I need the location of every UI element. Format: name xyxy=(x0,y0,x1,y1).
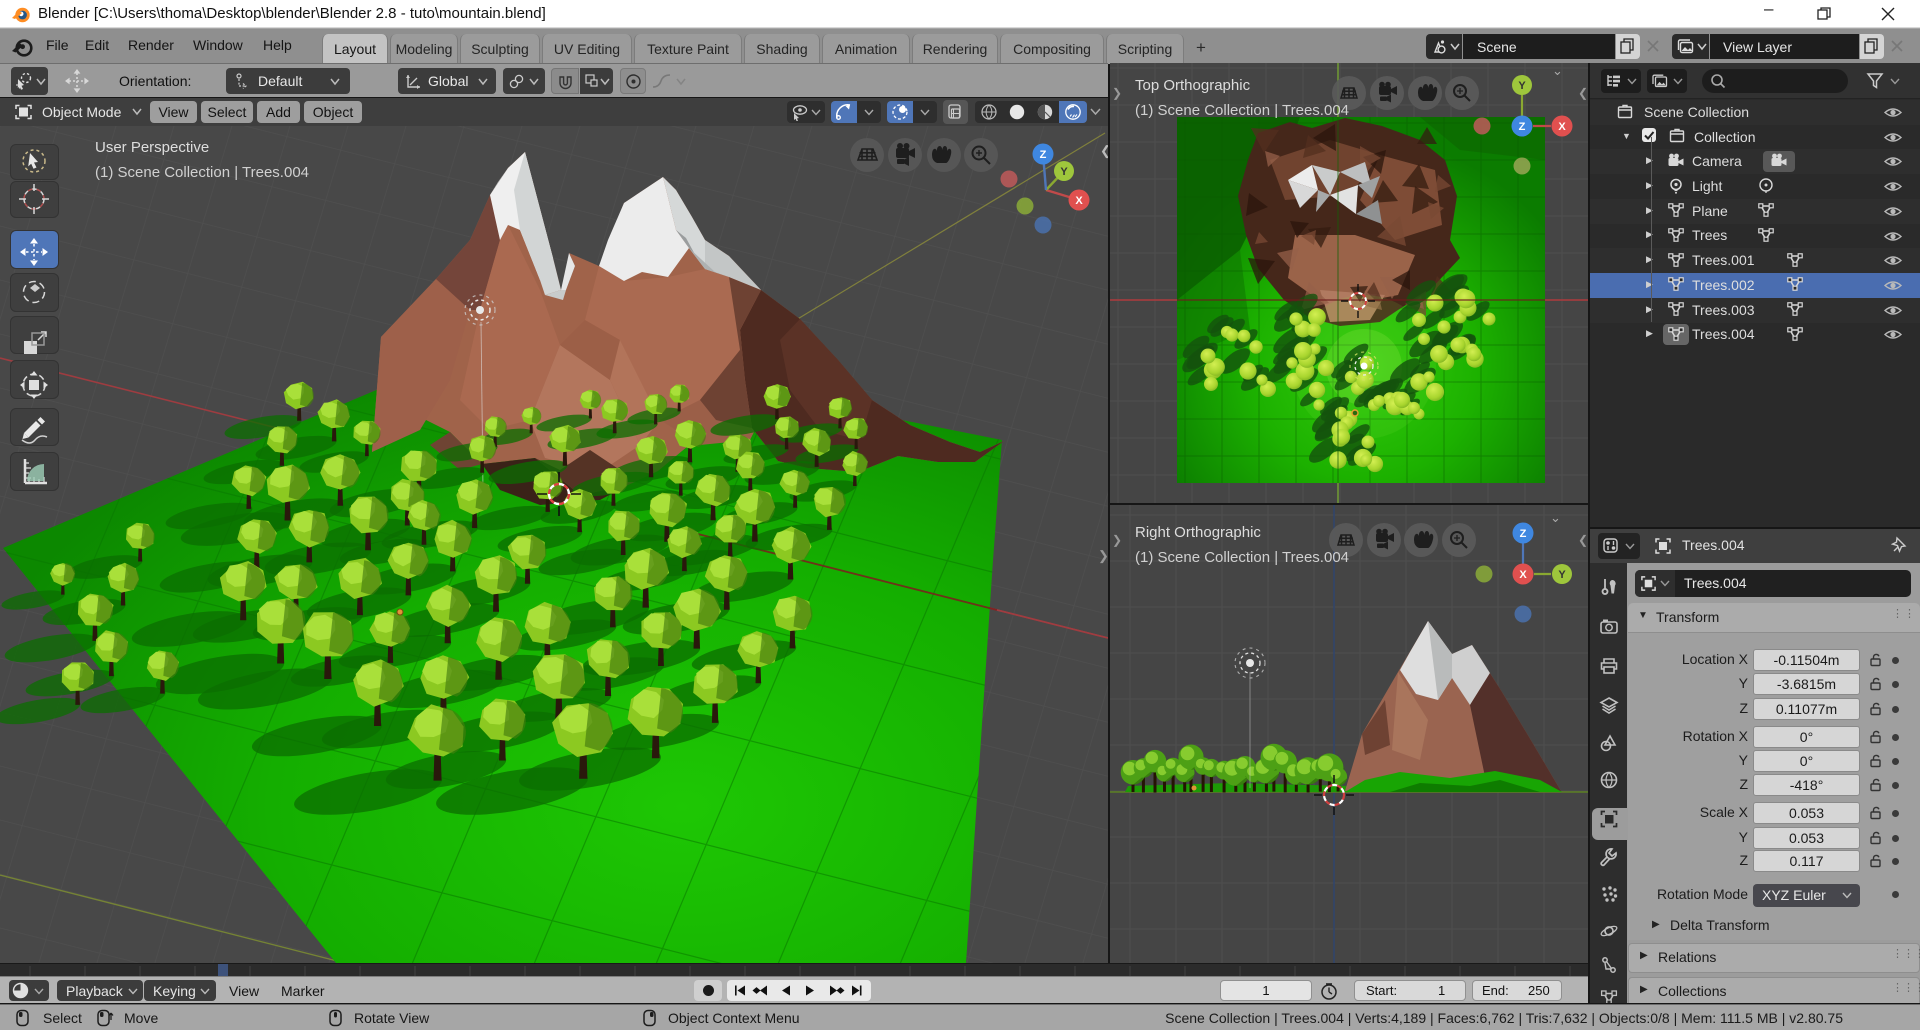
svg-text:Z: Z xyxy=(1040,149,1047,161)
svg-text:Y: Y xyxy=(1518,80,1526,92)
svg-text:(1) Scene Collection | Trees.0: (1) Scene Collection | Trees.004 xyxy=(1135,102,1349,119)
svg-text:X: X xyxy=(1558,121,1566,133)
svg-text:X: X xyxy=(1519,569,1527,581)
svg-text:Z: Z xyxy=(1519,121,1526,133)
svg-text:X: X xyxy=(1075,195,1083,207)
svg-text:❮: ❮ xyxy=(1578,533,1588,547)
svg-text:❯: ❯ xyxy=(1112,86,1122,100)
svg-text:⌄: ⌄ xyxy=(1552,63,1563,78)
svg-text:Top Orthographic: Top Orthographic xyxy=(1135,77,1251,94)
svg-text:(1) Scene Collection | Trees.0: (1) Scene Collection | Trees.004 xyxy=(1135,549,1349,566)
svg-text:❯: ❯ xyxy=(1112,533,1122,547)
svg-text:Right Orthographic: Right Orthographic xyxy=(1135,524,1261,541)
svg-text:⌄: ⌄ xyxy=(1550,510,1561,525)
svg-text:❯: ❯ xyxy=(1098,548,1108,564)
svg-text:Z: Z xyxy=(1520,528,1527,540)
svg-text:❮: ❮ xyxy=(1578,86,1588,100)
svg-text:Y: Y xyxy=(1558,569,1566,581)
svg-text:❮: ❮ xyxy=(1100,143,1108,159)
svg-text:Y: Y xyxy=(1060,166,1068,178)
